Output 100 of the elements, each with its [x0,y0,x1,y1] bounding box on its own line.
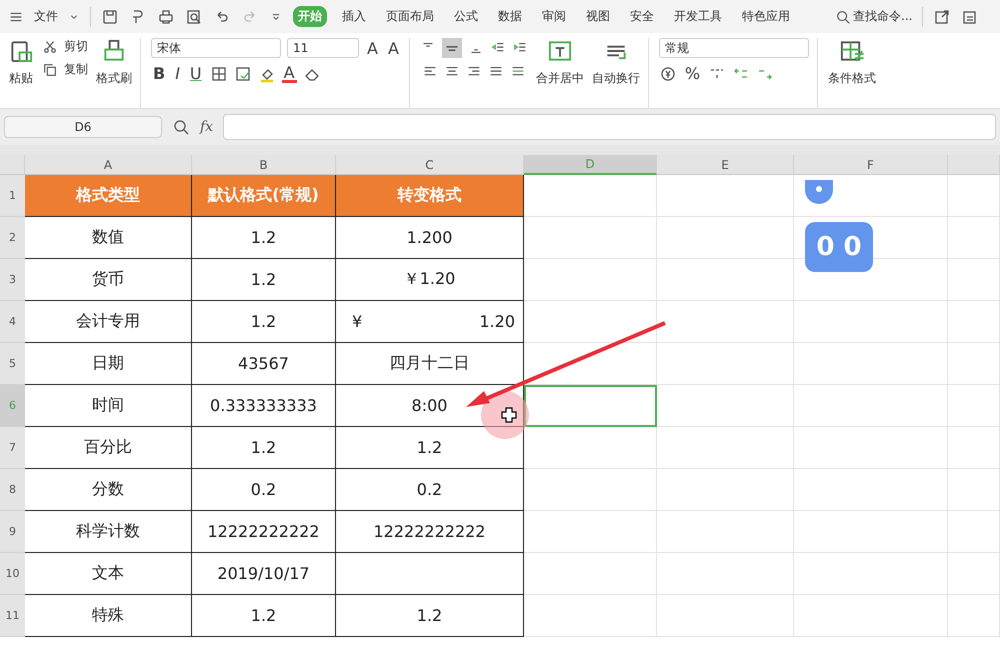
table-cell: 文本 [25,553,192,595]
empty-cell [948,427,1000,469]
row-header[interactable]: 2 [0,217,25,259]
table-cell: 转变格式 [336,175,524,217]
file-menu[interactable]: 文件 [34,8,58,25]
table-cell: 分数 [25,469,192,511]
table-cell: 1.2 [192,595,336,637]
ribbon-tab[interactable]: 数据 [493,6,527,27]
table-cell: 1.2 [192,217,336,259]
column-header[interactable]: E [657,155,794,175]
wrap-text-button[interactable]: 自动换行 [592,70,640,87]
ribbon-tab[interactable]: 开发工具 [669,6,727,27]
font-name-dropdown[interactable]: 宋体 [151,38,281,58]
table-cell: 1.2 [336,595,524,637]
table-cell: 0.2 [192,469,336,511]
italic-button[interactable]: I [173,64,182,83]
table-cell: 1.2 [192,301,336,343]
empty-cell [948,343,1000,385]
formula-input[interactable] [223,114,996,140]
shrink-font-button[interactable]: A [386,38,401,58]
ribbon-tab[interactable]: 安全 [625,6,659,27]
cut-button[interactable]: 剪切 [64,38,88,55]
row-header[interactable]: 4 [0,301,25,343]
conditional-format-button[interactable]: 条件格式 [828,70,876,87]
empty-cell [948,553,1000,595]
table-cell: 时间 [25,385,192,427]
paste-button[interactable]: 粘贴 [9,70,33,87]
active-cell[interactable] [524,385,657,427]
table-cell: 格式类型 [25,175,192,217]
currency-icon[interactable] [658,64,677,82]
function-label[interactable]: fx [200,119,214,135]
column-header[interactable]: C [336,155,524,175]
scissors-icon[interactable] [42,38,58,54]
table-cell: 1.200 [336,217,524,259]
share-icon[interactable] [933,8,952,26]
align-middle-icon[interactable] [442,38,462,58]
table-cell: 43567 [192,343,336,385]
table-cell: 特殊 [25,595,192,637]
empty-cell [948,301,1000,343]
row-header[interactable]: 11 [0,595,25,637]
column-header[interactable]: F [794,155,948,175]
cell-value: 1.20 [479,312,515,331]
table-cell: 1.2 [192,259,336,301]
table-cell: ￥1.20 [336,259,524,301]
row-header[interactable]: 3 [0,259,25,301]
font-color-button[interactable]: A [282,64,297,82]
ribbon-tab[interactable]: 特色应用 [737,6,795,27]
row-header[interactable]: 9 [0,511,25,553]
font-size-dropdown[interactable]: 11 [287,38,359,58]
print-icon[interactable] [157,8,175,26]
cell-style-icon[interactable] [234,64,252,82]
table-cell: 百分比 [25,427,192,469]
bold-button[interactable]: B [151,64,168,83]
row-header[interactable]: 1 [0,175,25,217]
row-header[interactable]: 8 [0,469,25,511]
column-header[interactable]: A [25,155,192,175]
percent-button[interactable]: % [682,64,702,83]
currency-symbol: ¥ [352,312,362,331]
table-cell: 12222222222 [336,511,524,553]
ribbon-tab[interactable]: 审阅 [537,6,571,27]
search-command[interactable]: 查找命令... [853,8,912,25]
row-header[interactable]: 5 [0,343,25,385]
table-cell: 日期 [25,343,192,385]
empty-cell [948,217,1000,259]
empty-cell [948,175,1000,217]
table-cell: 2019/10/17 [192,553,336,595]
cursor-icon [501,407,517,423]
table-cell: 1.2 [192,427,336,469]
print-preview-icon[interactable] [185,8,203,26]
row-header[interactable]: 10 [0,553,25,595]
row-header[interactable]: 7 [0,427,25,469]
copy-button[interactable]: 复制 [64,61,88,78]
cell-reference-box[interactable]: D6 [4,116,162,138]
underline-button[interactable]: U [188,64,204,83]
format-painter-button[interactable]: 格式刷 [96,70,132,87]
zoom-icon[interactable] [172,118,190,136]
table-cell: 1.2 [336,427,524,469]
table-cell: 0.333333333 [192,385,336,427]
number-format-dropdown[interactable]: 常规 [658,38,809,58]
table-cell: 会计专用 [25,301,192,343]
table-cell: 默认格式(常规) [192,175,336,217]
empty-cell [948,511,1000,553]
borders-icon[interactable] [210,64,228,82]
save-icon[interactable] [101,8,119,26]
table-cell: 四月十二日 [336,343,524,385]
ribbon-tab[interactable]: 插入 [337,6,371,27]
copy-icon[interactable] [42,62,58,78]
empty-cell [948,259,1000,301]
table-cell: 货币 [25,259,192,301]
column-header[interactable]: B [192,155,336,175]
ribbon-tab[interactable]: 页面布局 [381,6,439,27]
grow-font-button[interactable]: A [365,38,380,58]
table-cell: 数值 [25,217,192,259]
merge-center-button[interactable]: 合并居中 [536,70,584,87]
ribbon-tab[interactable]: 视图 [581,6,615,27]
empty-cell [948,385,1000,427]
widget-tab[interactable] [805,180,833,204]
search-icon[interactable] [835,8,851,24]
empty-cell [948,595,1000,637]
ribbon-tab[interactable]: 公式 [449,6,483,27]
